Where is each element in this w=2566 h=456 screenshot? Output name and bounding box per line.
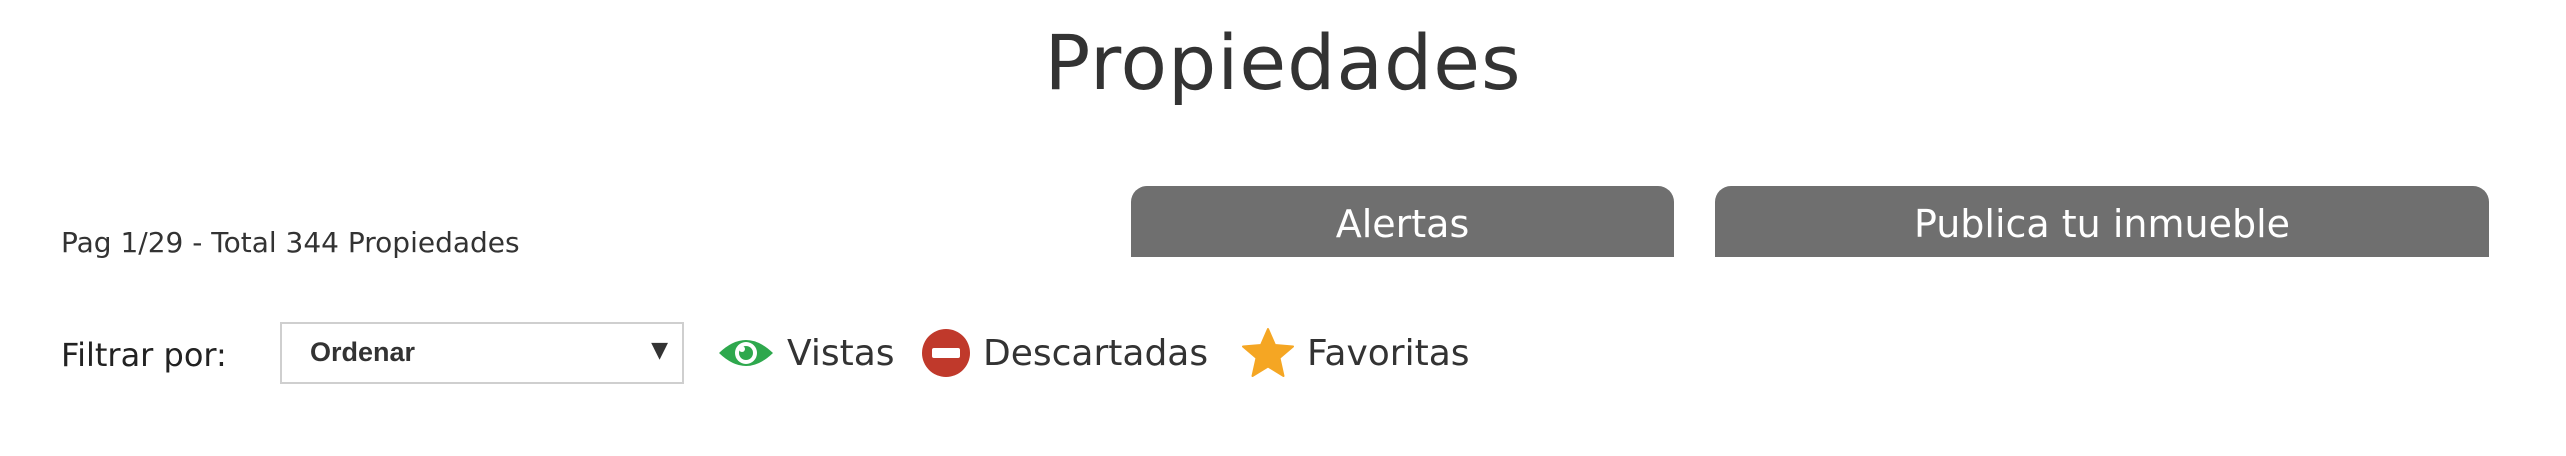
filter-label: Filtrar por:	[61, 336, 227, 374]
alertas-button[interactable]: Alertas	[1131, 186, 1674, 257]
filter-favoritas[interactable]: Favoritas	[1241, 326, 1470, 380]
pagination-info: Pag 1/29 - Total 344 Propiedades	[61, 226, 520, 259]
filter-vistas[interactable]: Vistas	[717, 326, 895, 380]
page: Propiedades Pag 1/29 - Total 344 Propied…	[0, 0, 2566, 456]
star-icon	[1241, 327, 1295, 379]
filter-favoritas-label: Favoritas	[1307, 332, 1470, 374]
eye-icon	[717, 333, 775, 373]
filter-descartadas[interactable]: Descartadas	[921, 326, 1208, 380]
filter-bar: Filtrar por: Ordenar ▼ Vistas Descartada…	[61, 322, 1561, 384]
filter-vistas-label: Vistas	[787, 332, 895, 374]
page-title: Propiedades	[1044, 18, 1522, 107]
chevron-down-icon: ▼	[651, 338, 668, 363]
sort-select[interactable]: Ordenar ▼	[280, 322, 684, 384]
sort-select-value: Ordenar	[310, 337, 416, 367]
filter-descartadas-label: Descartadas	[983, 332, 1209, 374]
publica-inmueble-button[interactable]: Publica tu inmueble	[1715, 186, 2489, 257]
minus-circle-icon	[921, 328, 971, 378]
